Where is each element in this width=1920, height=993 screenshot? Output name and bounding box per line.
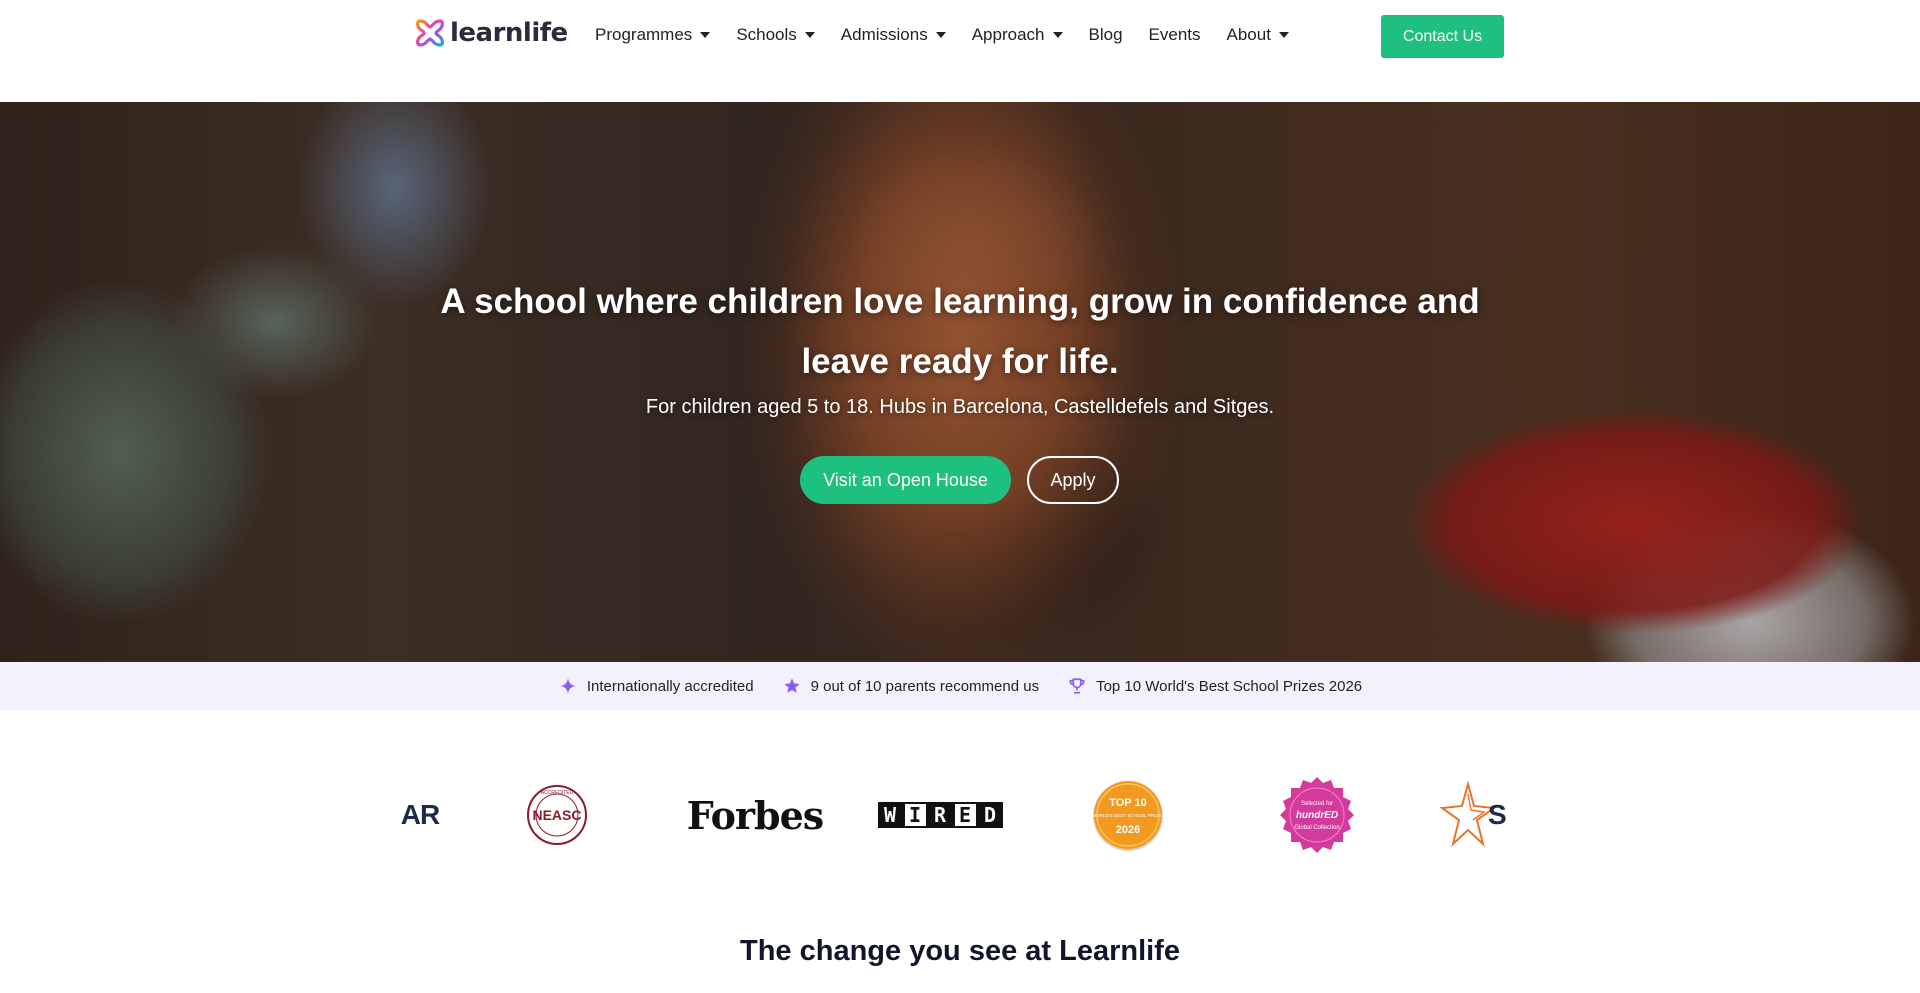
change-section-title: The change you see at Learnlife — [740, 935, 1180, 967]
nav-admissions-label: Admissions — [840, 25, 928, 44]
caret-down-icon — [1052, 32, 1063, 38]
nav-approach-label: Approach — [971, 25, 1045, 44]
wired-wordmark: W I R E D — [877, 802, 1003, 828]
trust-badges-bar: Internationally accredited 9 out of 10 p… — [0, 662, 1920, 710]
nav-about[interactable]: About — [1227, 25, 1289, 45]
top10-award-badge: TOP 10 WORLD'S BEST SCHOOL PRIZES 2026 — [1090, 765, 1166, 865]
hero-section: A school where children love learning, g… — [0, 102, 1920, 662]
badge-top10: Top 10 World's Best School Prizes 2026 — [1067, 676, 1362, 696]
nav-blog-label: Blog — [1088, 25, 1123, 44]
partial-star-text: S — [1488, 799, 1507, 830]
neasc-seal-icon: NEASC ACCREDITED — [527, 785, 587, 845]
caret-down-icon — [935, 32, 946, 38]
visit-open-house-button[interactable]: Visit an Open House — [800, 456, 1011, 504]
caret-down-icon — [700, 32, 711, 38]
nav-events-label: Events — [1148, 25, 1201, 44]
press-logos-carousel: AR NEASC ACCREDITED Forbes W I R E D TOP… — [400, 765, 1520, 865]
wired-letter: D — [977, 802, 1003, 828]
nav-blog[interactable]: Blog — [1089, 25, 1123, 45]
wired-letter: E — [952, 802, 978, 828]
wired-letter: R — [927, 802, 953, 828]
badge-recommend: 9 out of 10 parents recommend us — [782, 676, 1039, 696]
top10-medal-icon: TOP 10 WORLD'S BEST SCHOOL PRIZES 2026 — [1092, 781, 1165, 851]
contact-us-button[interactable]: Contact Us — [1381, 15, 1504, 58]
wired-logo: W I R E D — [875, 765, 1005, 865]
hundred-seal-icon: Selected for hundrED Global Collection — [1280, 777, 1354, 853]
caret-down-icon — [1278, 32, 1289, 38]
hundred-line2: Global Collection — [1294, 825, 1339, 831]
badge-recommend-label: 9 out of 10 parents recommend us — [810, 677, 1040, 695]
trophy-icon — [1067, 676, 1087, 696]
wired-letter: I — [902, 802, 928, 828]
top10-line2: WORLD'S BEST SCHOOL PRIZES — [1092, 813, 1165, 818]
nav-admissions[interactable]: Admissions — [841, 25, 946, 45]
main-nav: Programmes Schools Admissions Approach B… — [595, 22, 1315, 48]
nav-schools[interactable]: Schools — [736, 25, 815, 45]
nav-schools-label: Schools — [736, 25, 797, 44]
caret-down-icon — [804, 32, 815, 38]
nav-events[interactable]: Events — [1149, 25, 1201, 45]
hero-subtitle: For children aged 5 to 18. Hubs in Barce… — [645, 396, 1275, 418]
hundred-badge: Selected for hundrED Global Collection — [1277, 765, 1357, 865]
neasc-logo: NEASC ACCREDITED — [525, 765, 589, 865]
nav-programmes[interactable]: Programmes — [595, 25, 711, 45]
partial-award-text: AR — [400, 799, 440, 830]
partial-award-logo: AR — [400, 765, 440, 865]
hundred-line1: Selected for — [1301, 801, 1333, 807]
badge-accredited: Internationally accredited — [558, 676, 754, 696]
wired-letter: W — [877, 802, 903, 828]
hero-title: A school where children love learning, g… — [440, 282, 1480, 381]
learnlife-logo[interactable]: learnlife — [414, 16, 568, 50]
neasc-ring-text: ACCREDITED — [541, 790, 574, 796]
site-header: learnlife Programmes Schools Admissions … — [0, 0, 1920, 102]
nav-about-label: About — [1226, 25, 1271, 44]
badge-accredited-label: Internationally accredited — [586, 677, 754, 695]
nav-approach[interactable]: Approach — [972, 25, 1063, 45]
forbes-logo: Forbes — [680, 765, 830, 865]
sparkle-icon — [558, 676, 578, 696]
learnlife-logo-icon — [416, 19, 444, 47]
top10-line1: TOP 10 — [1109, 797, 1147, 809]
badge-top10-label: Top 10 World's Best School Prizes 2026 — [1096, 677, 1363, 695]
hundred-brand: hundrED — [1296, 810, 1338, 821]
partial-star-logo: S — [1440, 765, 1520, 865]
star-icon — [782, 676, 802, 696]
neasc-text: NEASC — [532, 807, 581, 823]
forbes-text: Forbes — [686, 792, 824, 838]
top10-year: 2026 — [1116, 824, 1140, 836]
apply-button[interactable]: Apply — [1027, 456, 1119, 504]
brand-name: learnlife — [450, 18, 568, 48]
nav-programmes-label: Programmes — [595, 25, 693, 44]
